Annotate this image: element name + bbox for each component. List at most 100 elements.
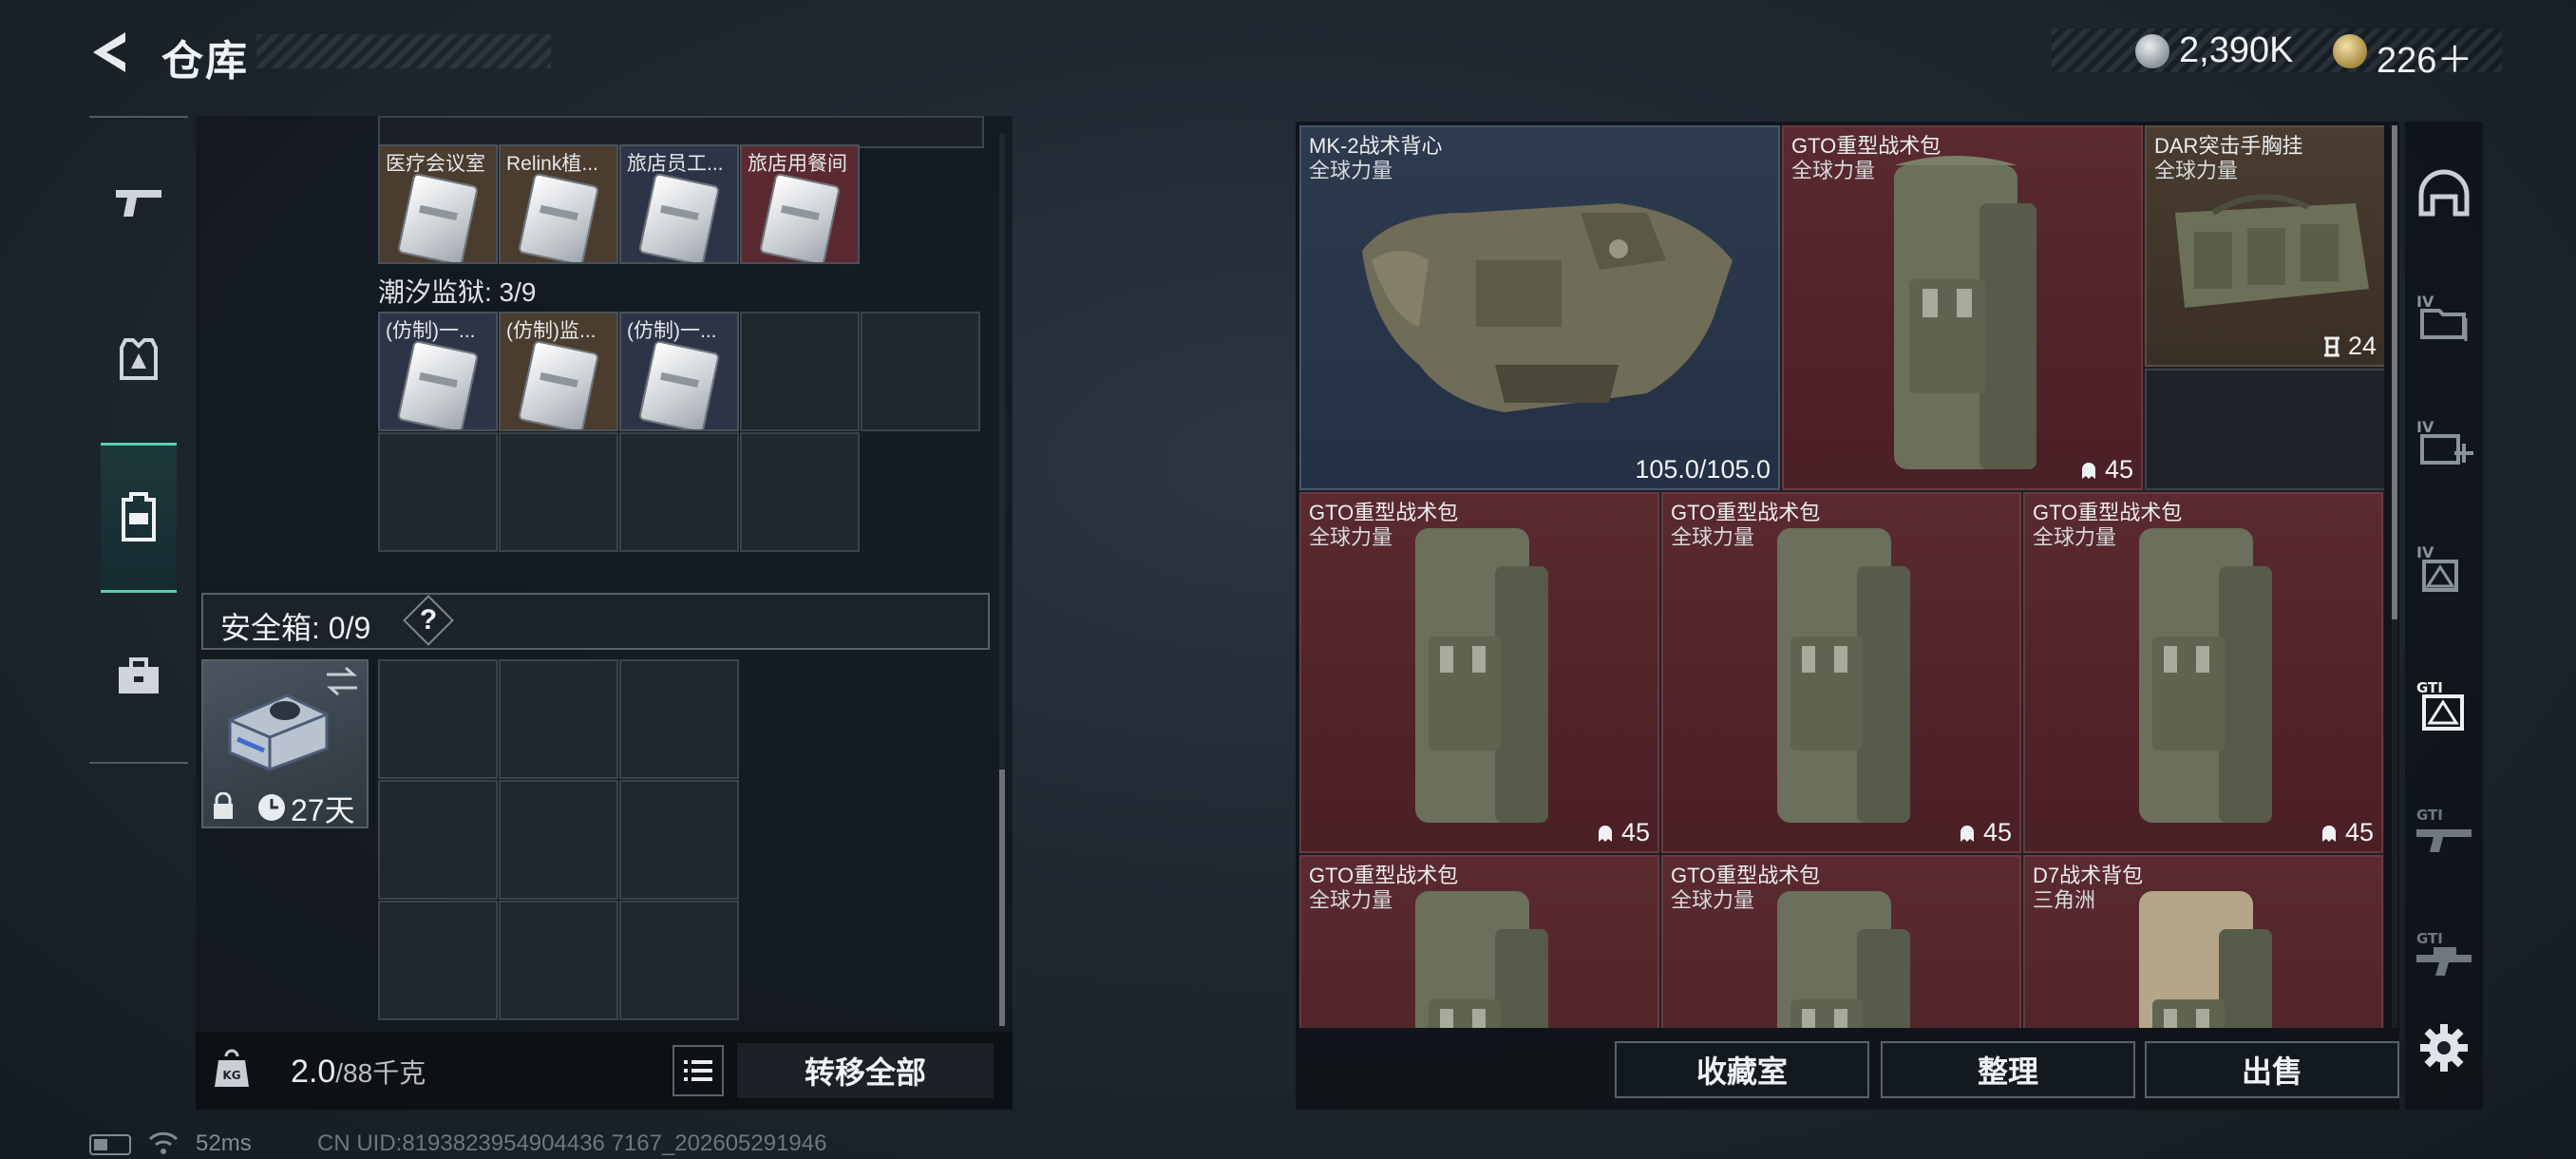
item-faction: 全球力量	[2033, 525, 2117, 549]
list-view-button[interactable]	[672, 1045, 724, 1096]
keycard-icon	[396, 339, 480, 429]
backpack-icon	[122, 492, 156, 542]
category-iv-triangle[interactable]: IV	[2413, 536, 2475, 598]
stash-item[interactable]: 医疗会议室	[378, 144, 498, 264]
empty-slot[interactable]	[499, 432, 618, 552]
stash-item[interactable]: 旅店员工...	[619, 144, 739, 264]
backpack-item-icon	[1777, 528, 1910, 823]
gold-amount[interactable]: 226＋	[2377, 30, 2472, 83]
safe-slot[interactable]	[378, 659, 498, 779]
safe-slot[interactable]	[499, 901, 618, 1020]
ghost-icon	[1960, 825, 1974, 842]
inventory-scroll-thumb[interactable]	[2392, 125, 2397, 619]
toolbox-icon	[119, 657, 159, 694]
safe-box-days: 27天	[291, 793, 355, 827]
slot-icon	[2323, 336, 2339, 356]
item-faction: 全球力量	[1309, 888, 1393, 912]
backpack-item-icon	[1415, 891, 1548, 1028]
category-gti-box[interactable]: GTI	[2413, 673, 2475, 735]
item-label: Relink植...	[506, 153, 598, 175]
safe-slot[interactable]	[499, 659, 618, 779]
item-count: 45	[1982, 818, 2012, 846]
empty-slot[interactable]	[619, 432, 739, 552]
item-label: 旅店用餐间	[748, 153, 847, 175]
gti-rifle-icon: GTI	[2416, 930, 2472, 976]
stash-item[interactable]: Relink植...	[499, 144, 618, 264]
item-count: 24	[2347, 332, 2377, 360]
category-gti-rifle[interactable]: GTI	[2413, 922, 2475, 984]
item-label: 旅店员工...	[627, 153, 724, 175]
ghost-icon	[2321, 825, 2336, 842]
keycard-icon	[517, 339, 600, 429]
item-count: 45	[2104, 455, 2133, 484]
empty-slot[interactable]	[740, 432, 860, 552]
stash-scroll-thumb[interactable]	[999, 770, 1005, 1026]
item-count: 45	[1620, 818, 1650, 846]
inventory-item-backpack[interactable]: GTO重型战术包 全球力量	[1299, 855, 1659, 1028]
gold-coin-icon	[2333, 34, 2367, 68]
item-capacity: 45	[1957, 818, 2012, 847]
stash-item[interactable]: 旅店用餐间	[740, 144, 860, 264]
settings-gear-icon[interactable]	[2418, 1022, 2470, 1074]
weight-max: /88千克	[335, 1058, 426, 1088]
sell-button[interactable]: 出售	[2145, 1041, 2399, 1098]
inventory-item-backpack[interactable]: GTO重型战术包 全球力量 45	[1661, 492, 2021, 853]
empty-slot[interactable]	[378, 432, 498, 552]
item-label: 医疗会议室	[386, 153, 485, 175]
item-faction: 全球力量	[1309, 525, 1393, 549]
inventory-item-backpack[interactable]: GTO重型战术包 全球力量 45	[1299, 492, 1659, 853]
stash-item[interactable]: (仿制)监...	[499, 312, 618, 431]
category-iv-medkit[interactable]: IV	[2413, 410, 2475, 473]
list-icon	[684, 1060, 712, 1081]
swap-icon[interactable]	[323, 665, 361, 697]
lock-icon	[214, 792, 233, 819]
safe-slot[interactable]	[378, 901, 498, 1020]
inventory-item-backpack[interactable]: D7战术背包 三角洲	[2023, 855, 2383, 1028]
safe-slot[interactable]	[378, 780, 498, 900]
stash-item[interactable]: (仿制)一...	[378, 312, 498, 431]
safe-slot[interactable]	[619, 780, 739, 900]
transfer-all-button[interactable]: 转移全部	[737, 1043, 994, 1098]
safe-slot[interactable]	[499, 780, 618, 900]
inventory-item-vest[interactable]: MK-2战术背心 全球力量 105.0/105.0	[1299, 125, 1780, 490]
stash-item[interactable]: (仿制)一...	[619, 312, 739, 431]
gun-icon	[116, 190, 161, 217]
help-icon[interactable]: ?	[418, 604, 439, 636]
nav-weapons[interactable]	[101, 165, 177, 241]
item-count: 45	[2344, 818, 2374, 846]
keycard-icon	[396, 172, 480, 262]
back-arrow-icon[interactable]	[87, 28, 133, 76]
nav-backpack[interactable]	[101, 479, 177, 555]
safe-slot[interactable]	[619, 659, 739, 779]
safe-box-icon	[228, 694, 329, 771]
vest-icon	[1362, 203, 1733, 412]
svg-text:GTI: GTI	[2416, 930, 2443, 947]
iv-medkit-icon: IV	[2416, 418, 2473, 465]
inventory-item-backpack[interactable]: GTO重型战术包 全球力量 45	[1782, 125, 2143, 490]
category-helmet[interactable]	[2413, 162, 2475, 224]
inventory-item-chest-rig[interactable]: DAR突击手胸挂 全球力量 24	[2145, 125, 2384, 367]
inventory-item-backpack[interactable]: GTO重型战术包 全球力量	[1661, 855, 2021, 1028]
category-gti-gun[interactable]: GTI	[2413, 798, 2475, 861]
nav-armor[interactable]	[101, 321, 177, 397]
empty-slot[interactable]	[861, 312, 980, 431]
weight-value: 2.0/88千克	[291, 1053, 426, 1091]
safe-slot[interactable]	[619, 901, 739, 1020]
organize-button[interactable]: 整理	[1881, 1041, 2135, 1098]
item-label: (仿制)监...	[506, 320, 597, 342]
chest-rig-icon	[2175, 194, 2369, 308]
nav-toolbox[interactable]	[101, 638, 177, 714]
weight-icon: KG	[215, 1049, 249, 1087]
svg-text:IV: IV	[2416, 418, 2434, 436]
item-label: (仿制)一...	[627, 320, 717, 342]
inventory-item-backpack[interactable]: GTO重型战术包 全球力量 45	[2023, 492, 2383, 853]
inventory-empty-cell[interactable]	[2145, 369, 2384, 490]
item-faction: 三角洲	[2033, 888, 2096, 912]
backpack-item-icon	[1415, 528, 1548, 823]
category-iv-folder[interactable]: IV	[2413, 285, 2475, 348]
empty-slot[interactable]	[740, 312, 860, 431]
svg-text:IV: IV	[2416, 293, 2434, 311]
collection-button[interactable]: 收藏室	[1615, 1041, 1869, 1098]
ghost-icon	[2081, 462, 2095, 479]
page-title: 仓库	[161, 38, 249, 85]
